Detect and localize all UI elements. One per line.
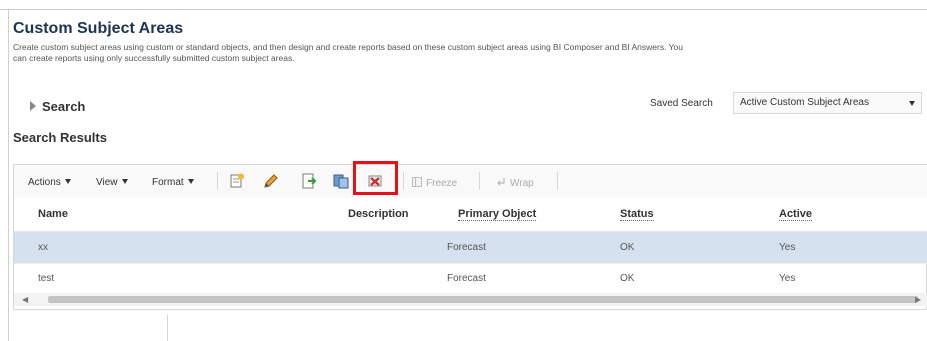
cell-name: xx	[38, 242, 48, 253]
horizontal-scrollbar[interactable]: ◀ ▶	[14, 293, 927, 306]
chevron-down-icon	[187, 179, 194, 184]
frame-top-border	[0, 9, 927, 10]
toolbar-separator	[479, 172, 480, 190]
cell-primary-object: Forecast	[447, 242, 486, 253]
format-menu-label: Format	[152, 177, 184, 188]
results-toolbar	[14, 165, 927, 199]
table-row[interactable]: xx Forecast OK Yes	[14, 232, 927, 264]
copy-icon[interactable]	[332, 172, 350, 190]
toolbar-separator	[403, 172, 404, 190]
wrap-icon	[497, 178, 505, 186]
format-menu[interactable]: Format	[152, 177, 194, 188]
cell-primary-object: Forecast	[447, 273, 486, 284]
toolbar-separator	[557, 172, 558, 190]
cell-status: OK	[620, 242, 635, 253]
scroll-right-arrow-icon[interactable]: ▶	[915, 295, 921, 304]
search-results-title: Search Results	[13, 130, 107, 145]
freeze-label: Freeze	[426, 178, 458, 189]
saved-search-value: Active Custom Subject Areas	[740, 97, 869, 108]
page-description: Create custom subject areas using custom…	[13, 42, 683, 63]
cell-active: Yes	[779, 273, 796, 284]
column-header-active[interactable]: Active	[779, 208, 813, 221]
freeze-button[interactable]: Freeze	[412, 177, 457, 189]
edit-pencil-icon[interactable]	[262, 172, 280, 190]
view-menu-label: View	[96, 177, 118, 188]
expand-triangle-icon	[30, 101, 36, 111]
chevron-down-icon	[121, 179, 128, 184]
column-header-description[interactable]: Description	[348, 208, 409, 220]
column-header-primary-object[interactable]: Primary Object	[458, 208, 537, 221]
column-header-primary-object-label: Primary Object	[458, 208, 537, 221]
toolbar-separator	[217, 172, 218, 190]
actions-menu-label: Actions	[28, 177, 61, 188]
saved-search-label: Saved Search	[650, 98, 713, 109]
column-header-active-label: Active	[779, 208, 813, 221]
wrap-button[interactable]: Wrap	[496, 177, 534, 189]
cell-active: Yes	[779, 242, 796, 253]
freeze-icon	[412, 177, 422, 187]
table-row[interactable]: test Forecast OK Yes	[14, 263, 927, 295]
create-icon[interactable]	[228, 172, 246, 190]
delete-button-highlight	[353, 161, 398, 195]
cell-status: OK	[620, 273, 635, 284]
panel-divider	[167, 315, 168, 341]
chevron-down-icon	[909, 101, 915, 106]
scrollbar-thumb[interactable]	[48, 296, 918, 303]
wrap-label: Wrap	[510, 178, 534, 189]
column-header-status-label: Status	[620, 208, 654, 221]
column-header-name[interactable]: Name	[38, 208, 68, 220]
cell-name: test	[38, 273, 55, 284]
column-header-status[interactable]: Status	[620, 208, 654, 221]
frame-left-border	[8, 9, 9, 341]
export-icon[interactable]	[300, 172, 318, 190]
scroll-left-arrow-icon[interactable]: ◀	[22, 295, 28, 304]
chevron-down-icon	[64, 179, 71, 184]
page-title: Custom Subject Areas	[13, 20, 184, 37]
actions-menu[interactable]: Actions	[28, 177, 71, 188]
saved-search-select[interactable]: Active Custom Subject Areas	[733, 92, 922, 114]
search-disclosure-toggle[interactable]: Search	[30, 99, 85, 114]
column-header-description-label: Description	[348, 208, 409, 220]
view-menu[interactable]: View	[96, 177, 128, 188]
search-toggle-label: Search	[42, 99, 86, 114]
column-header-name-label: Name	[38, 208, 68, 220]
